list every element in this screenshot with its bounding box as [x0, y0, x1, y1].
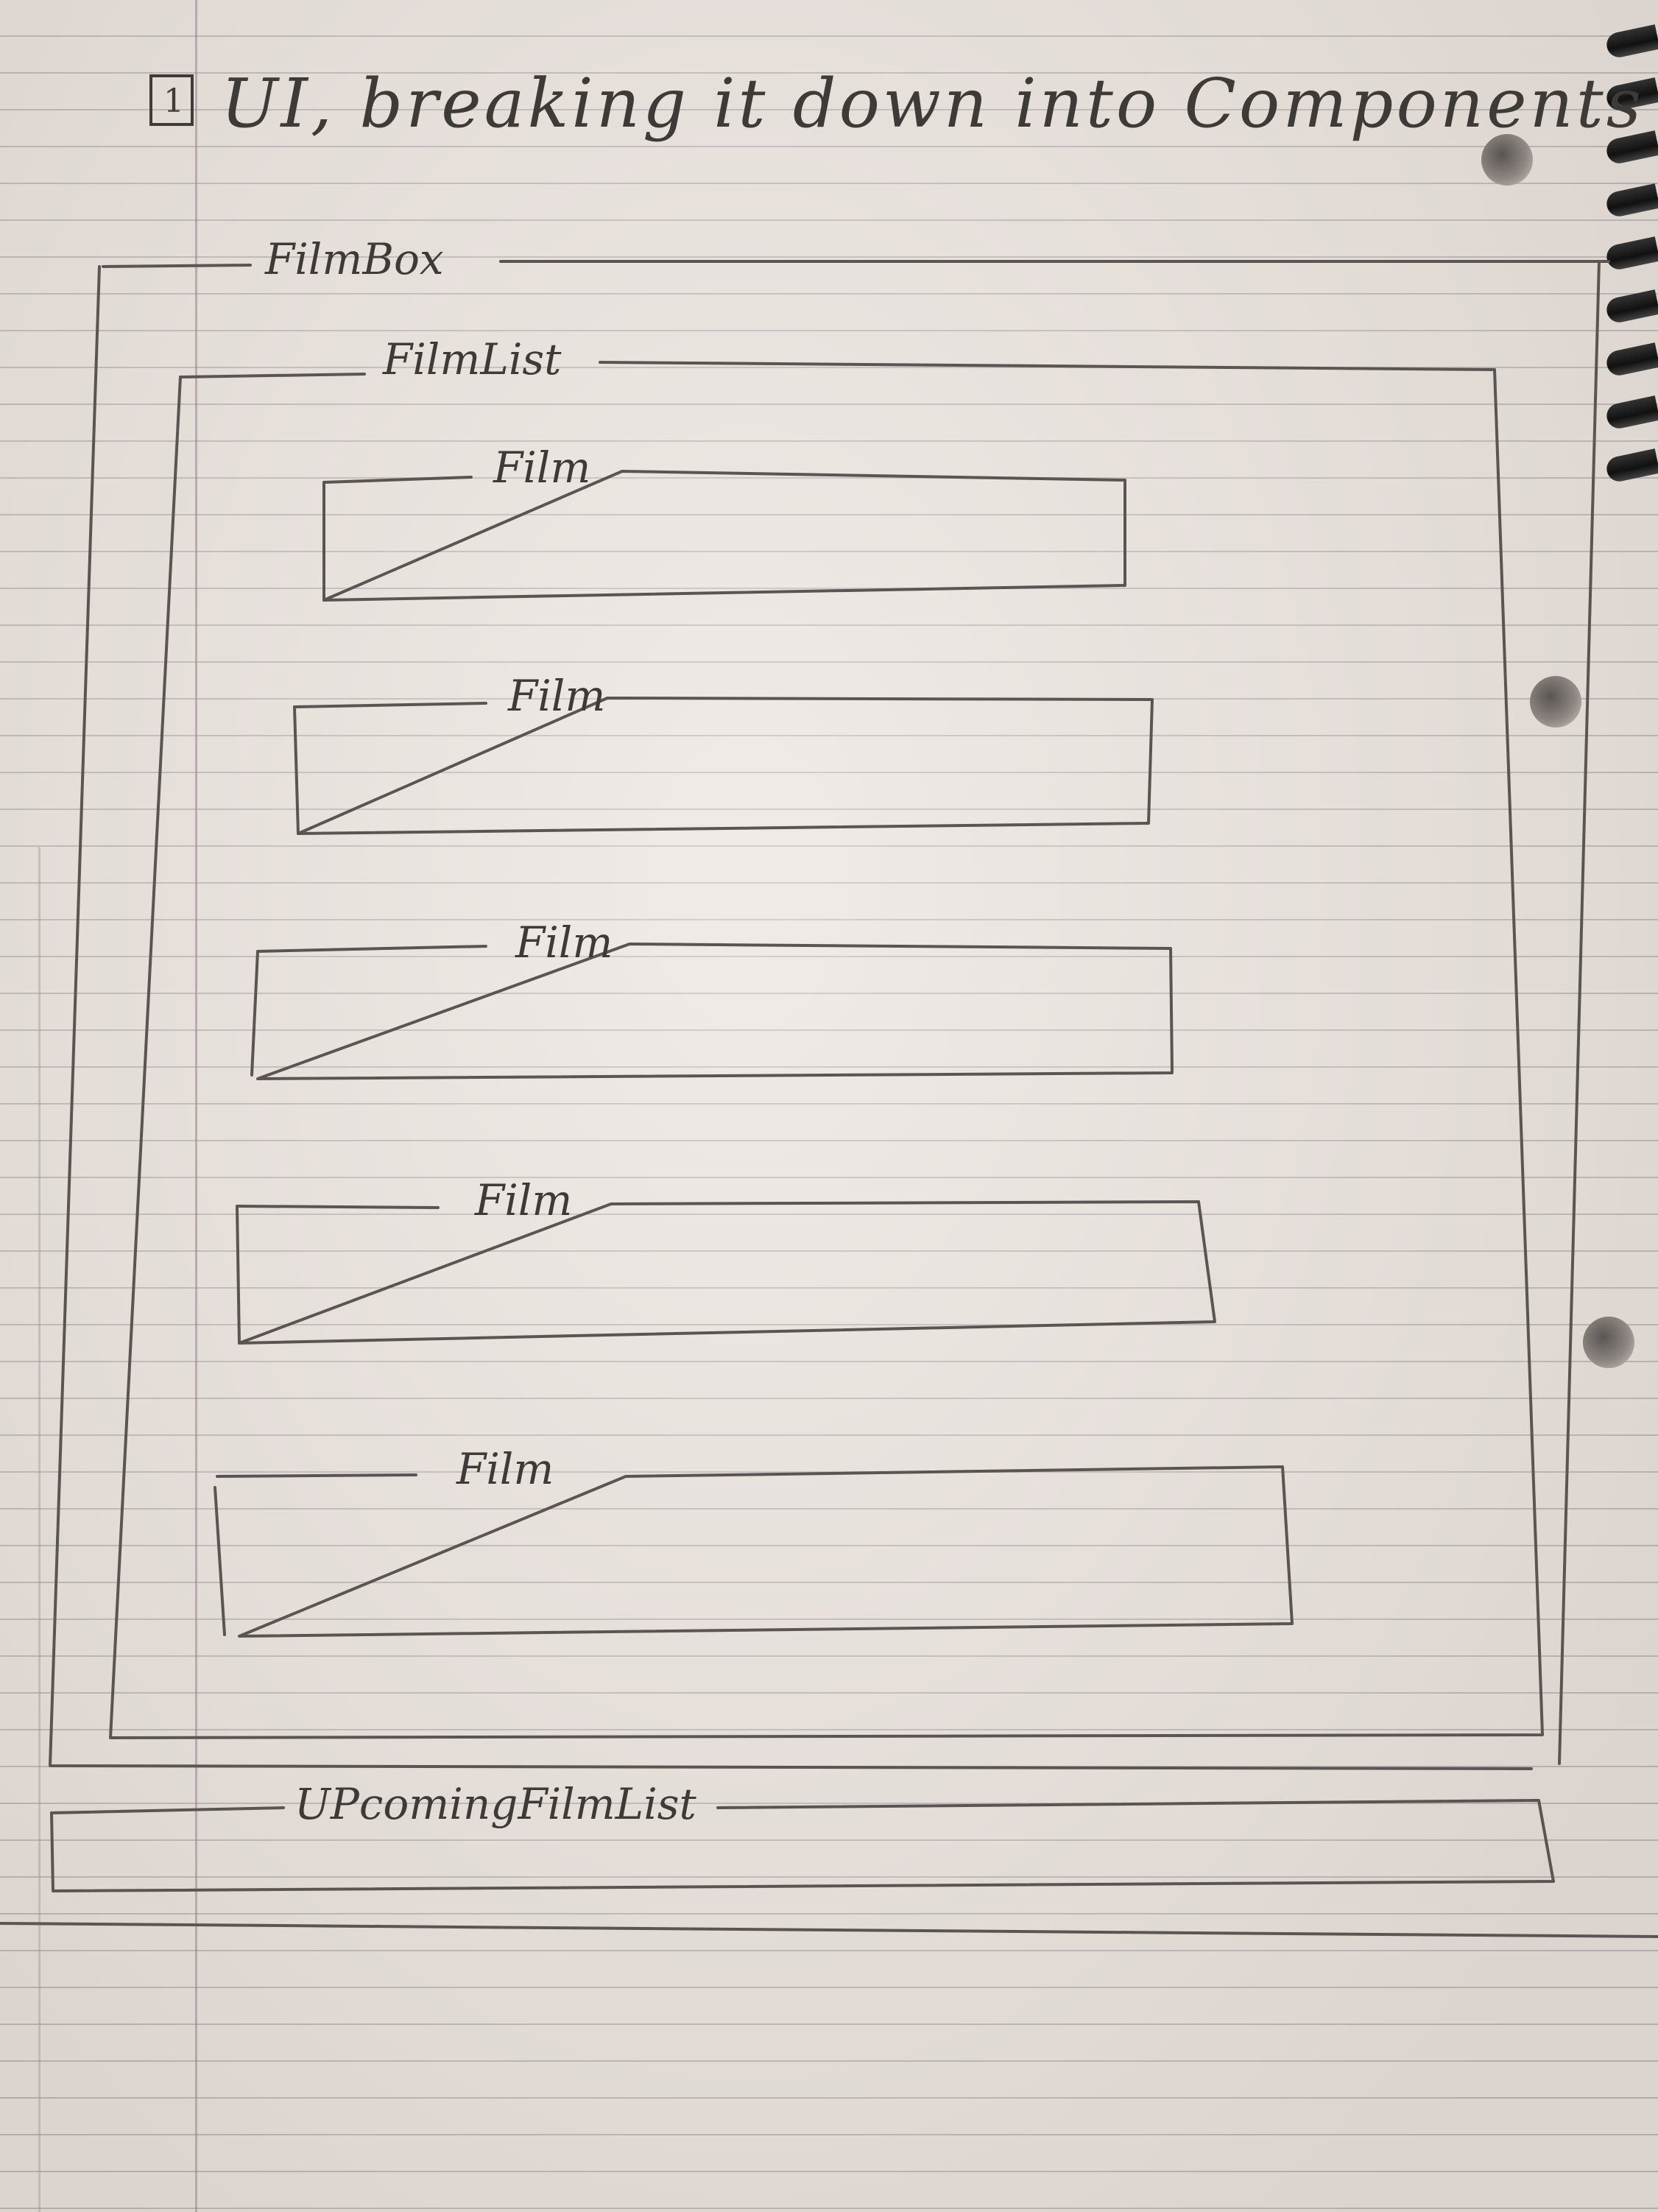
filmlist-border-top-right	[599, 361, 1496, 371]
film-component-3: Film	[250, 917, 1174, 1080]
film-2-label: Film	[507, 671, 605, 721]
page-title: 1 UI, breaking it down into Components	[149, 64, 1644, 143]
film-component-4: Film	[236, 1175, 1216, 1345]
filmbox-border-left-bottom	[49, 265, 1533, 1770]
film-component-2: Film	[293, 671, 1154, 835]
divider-line	[0, 1922, 1658, 1938]
film-5-border-top-left	[216, 1473, 417, 1478]
film-1-border-top-left	[322, 476, 473, 484]
film-4-label: Film	[474, 1175, 572, 1225]
film-4-border-left	[236, 1205, 241, 1345]
filmbox-component: FilmBox	[49, 234, 1610, 1770]
film-5-label: Film	[456, 1444, 554, 1494]
film-2-border-top-left	[293, 702, 487, 708]
film-component-1: Film	[322, 443, 1126, 602]
title-number: 1	[163, 82, 184, 120]
filmlist-label: FilmList	[382, 334, 562, 384]
film-2-border	[297, 697, 1154, 835]
filmlist-border-top-left	[179, 373, 366, 378]
film-1-border	[322, 470, 1126, 602]
upcoming-border	[50, 1799, 1555, 1892]
film-component-5: Film	[214, 1444, 1294, 1638]
filmbox-label: FilmBox	[264, 234, 444, 284]
notebook-page: 1 UI, breaking it down into Components F…	[0, 0, 1658, 2212]
upcoming-filmlist-component: UPcomingFilmList	[50, 1779, 1555, 1892]
filmbox-border-right	[1558, 260, 1601, 1765]
title-text: UI, breaking it down into Components	[221, 64, 1644, 143]
upcoming-filmlist-label: UPcomingFilmList	[294, 1779, 697, 1829]
film-3-border	[256, 943, 1174, 1080]
film-4-border	[238, 1200, 1216, 1345]
film-5-border-left	[214, 1486, 226, 1636]
film-3-border-top-left	[256, 945, 487, 953]
film-2-border-left	[293, 705, 300, 835]
component-diagram: 1 UI, breaking it down into Components F…	[0, 64, 1658, 1938]
film-5-border	[238, 1465, 1294, 1638]
film-3-border-left	[250, 950, 259, 1077]
film-3-label: Film	[515, 917, 613, 968]
film-4-border-top-left	[236, 1205, 440, 1209]
upcoming-border-top-left	[50, 1806, 285, 1814]
filmbox-border-top-left	[102, 264, 252, 268]
film-1-label: Film	[493, 443, 590, 493]
